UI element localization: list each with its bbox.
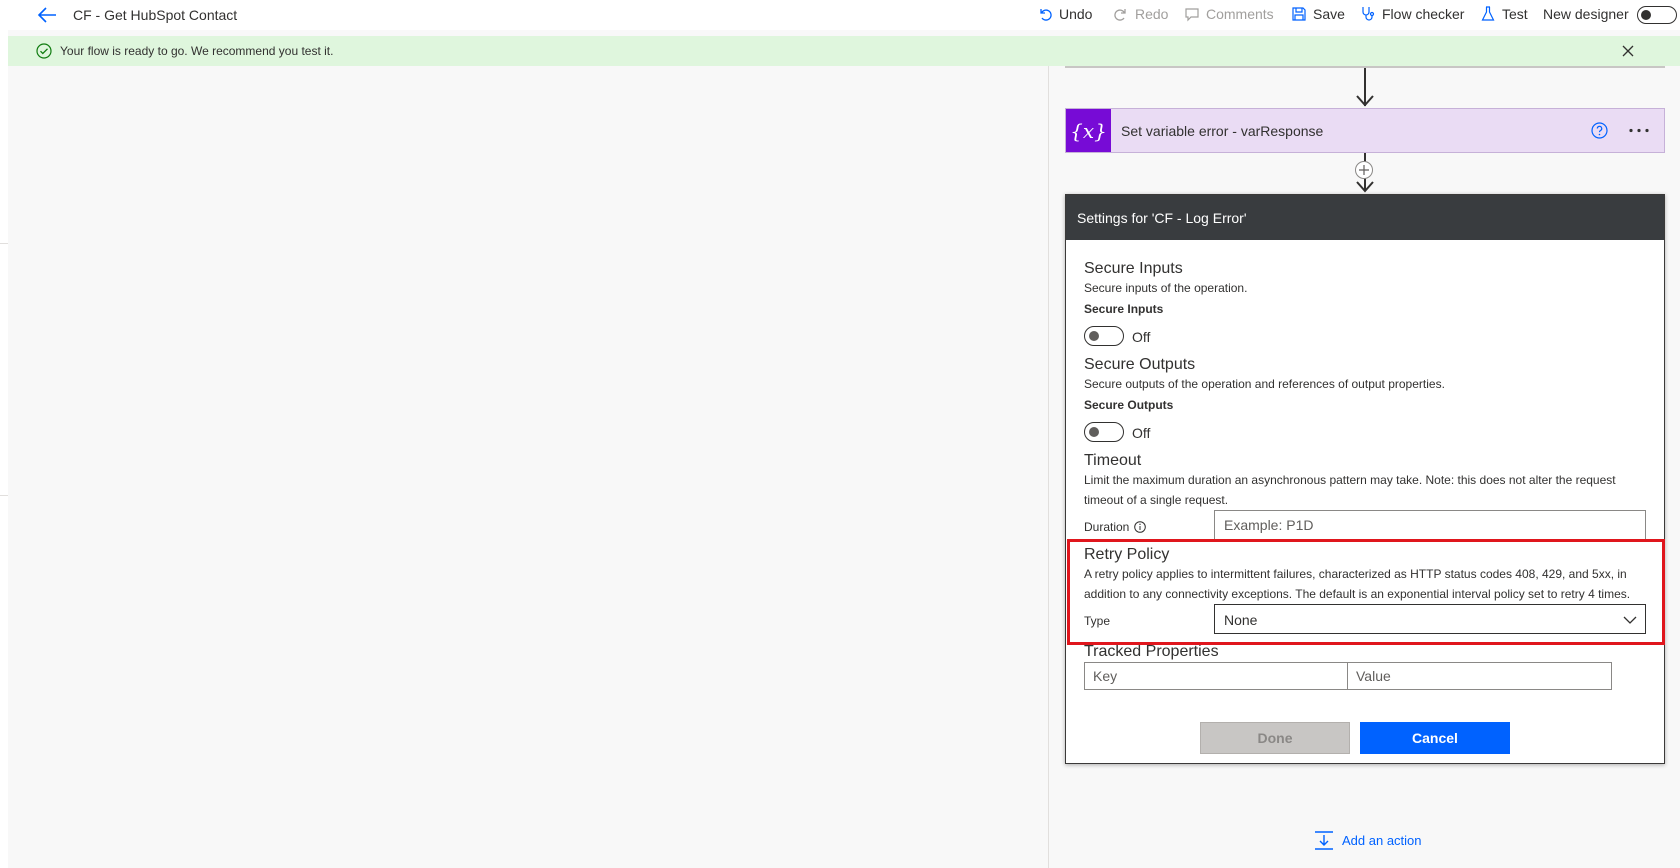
- undo-label: Undo: [1059, 6, 1093, 22]
- help-icon[interactable]: [1591, 122, 1608, 139]
- tracked-value-input[interactable]: [1347, 662, 1612, 690]
- duration-label: Duration: [1084, 520, 1147, 534]
- secure-outputs-description: Secure outputs of the operation and refe…: [1084, 377, 1445, 391]
- secure-outputs-toggle[interactable]: [1084, 422, 1124, 442]
- rail-divider: [0, 243, 8, 244]
- add-action-button[interactable]: Add an action: [1314, 830, 1422, 850]
- flow-checker-button[interactable]: Flow checker: [1360, 6, 1464, 22]
- duration-input[interactable]: [1214, 510, 1646, 540]
- undo-button[interactable]: Undo: [1037, 6, 1092, 22]
- redo-icon: [1114, 9, 1126, 21]
- secure-outputs-state: Off: [1132, 425, 1151, 441]
- left-rail: [0, 30, 8, 868]
- plus-icon: [1359, 165, 1369, 175]
- undo-icon: [1040, 9, 1052, 21]
- new-designer-toggle[interactable]: [1637, 6, 1677, 24]
- insert-step-button[interactable]: [1355, 161, 1373, 179]
- variable-icon: {x}: [1066, 109, 1111, 152]
- secure-outputs-title: Secure Outputs: [1084, 356, 1196, 373]
- command-bar: CF - Get HubSpot Contact Undo Redo Comme…: [0, 0, 1680, 30]
- redo-button[interactable]: Redo: [1113, 6, 1168, 22]
- save-icon: [1292, 7, 1306, 21]
- arrow-down-icon: [1356, 95, 1374, 107]
- duration-label-text: Duration: [1084, 520, 1130, 534]
- settings-title: Settings for 'CF - Log Error': [1077, 210, 1247, 226]
- secure-inputs-state: Off: [1132, 329, 1151, 345]
- secure-inputs-label: Secure Inputs: [1084, 302, 1164, 316]
- secure-inputs-description: Secure inputs of the operation.: [1084, 281, 1248, 295]
- toggle-knob: [1641, 10, 1651, 20]
- new-designer-label: New designer: [1543, 6, 1629, 22]
- retry-policy-title: Retry Policy: [1084, 546, 1170, 563]
- checkmark-circle-icon: [36, 43, 52, 59]
- tracked-key-input[interactable]: [1084, 662, 1348, 690]
- retry-type-dropdown[interactable]: None: [1214, 604, 1646, 634]
- close-icon[interactable]: [1621, 44, 1635, 58]
- add-action-icon: [1315, 831, 1333, 850]
- info-icon[interactable]: [1134, 521, 1147, 533]
- tracked-properties-title: Tracked Properties: [1084, 643, 1219, 660]
- save-label: Save: [1313, 6, 1345, 22]
- toggle-knob: [1089, 427, 1099, 437]
- secure-outputs-label: Secure Outputs: [1084, 398, 1174, 412]
- settings-header: Settings for 'CF - Log Error': [1066, 195, 1664, 240]
- flask-icon: [1481, 6, 1495, 21]
- banner-message: Your flow is ready to go. We recommend y…: [60, 44, 334, 58]
- retry-policy-description-line1: A retry policy applies to intermittent f…: [1084, 567, 1627, 581]
- test-button[interactable]: Test: [1480, 6, 1528, 22]
- back-arrow-icon[interactable]: [36, 5, 58, 25]
- more-options-icon[interactable]: [1628, 122, 1650, 139]
- test-label: Test: [1502, 6, 1528, 22]
- timeout-description-line2: timeout of a single request.: [1084, 493, 1229, 507]
- retry-policy-description-line2: addition to any connectivity exceptions.…: [1084, 587, 1631, 601]
- action-title: Set variable error - varResponse: [1121, 123, 1324, 139]
- arrow-down-icon: [1356, 181, 1374, 193]
- stethoscope-icon: [1362, 7, 1375, 21]
- rail-divider: [0, 495, 8, 496]
- done-button[interactable]: Done: [1200, 722, 1350, 754]
- timeout-description-line1: Limit the maximum duration an asynchrono…: [1084, 473, 1616, 487]
- chevron-down-icon: [1623, 616, 1637, 624]
- timeout-title: Timeout: [1084, 452, 1142, 469]
- save-button[interactable]: Save: [1291, 6, 1345, 22]
- add-action-label: Add an action: [1342, 832, 1422, 848]
- cancel-button[interactable]: Cancel: [1360, 722, 1510, 754]
- redo-label: Redo: [1135, 6, 1169, 22]
- flow-checker-label: Flow checker: [1382, 6, 1465, 22]
- secure-inputs-toggle[interactable]: [1084, 326, 1124, 346]
- settings-panel: Settings for 'CF - Log Error' Secure Inp…: [1065, 194, 1665, 764]
- toggle-knob: [1089, 331, 1099, 341]
- comments-label: Comments: [1206, 6, 1274, 22]
- flow-title: CF - Get HubSpot Contact: [73, 7, 238, 23]
- set-variable-card[interactable]: {x} Set variable error - varResponse: [1065, 108, 1665, 153]
- retry-type-value: None: [1224, 612, 1258, 628]
- retry-type-label: Type: [1084, 614, 1111, 628]
- secure-inputs-title: Secure Inputs: [1084, 260, 1183, 277]
- canvas-divider: [1048, 66, 1049, 868]
- ready-banner: Your flow is ready to go. We recommend y…: [8, 36, 1680, 66]
- comment-icon: [1185, 8, 1199, 22]
- comments-button[interactable]: Comments: [1184, 6, 1274, 22]
